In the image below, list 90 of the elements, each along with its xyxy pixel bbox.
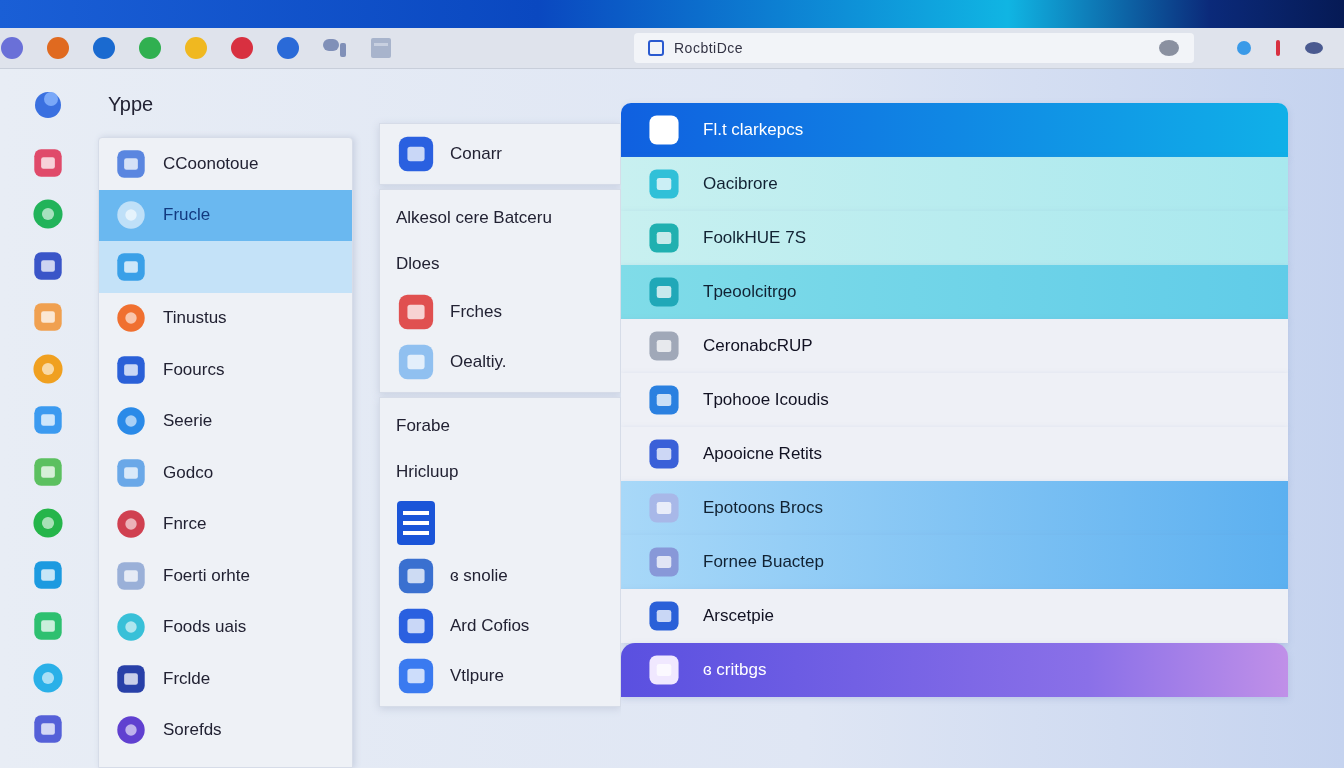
tile-icon [396, 134, 436, 174]
cloud-icon[interactable] [1304, 41, 1324, 55]
tile-icon [115, 147, 147, 180]
tile-icon [647, 437, 681, 471]
circle-icon[interactable] [138, 36, 162, 60]
circle-icon[interactable] [1236, 40, 1252, 56]
app-title: Yppe [108, 91, 155, 117]
address-field[interactable]: RocbtiDce [634, 33, 1194, 63]
list-item[interactable]: Oealtiy. [396, 342, 604, 382]
tile-icon [31, 301, 64, 334]
list-icon[interactable] [396, 500, 436, 546]
list-row[interactable]: Fornee Buactep [621, 535, 1288, 589]
circle-icon [30, 197, 65, 232]
tile-icon [115, 559, 147, 592]
tile-icon [647, 329, 681, 363]
tile-icon [647, 167, 681, 201]
sidebar-item[interactable]: Fnrce [99, 498, 352, 550]
section-heading: Hricluup [396, 461, 460, 483]
list-row[interactable]: Arscetpie [621, 589, 1288, 643]
sidebar-item[interactable] [99, 241, 352, 293]
tile-icon [31, 610, 64, 643]
tile-icon [31, 146, 64, 179]
tile-icon [396, 342, 436, 382]
sidebar-item[interactable]: CCoonotoue [99, 138, 352, 190]
tile-icon [115, 250, 147, 283]
sidebar-item[interactable]: Foods uais [99, 601, 352, 653]
list-row[interactable]: Oacibrore [621, 157, 1288, 211]
circle-icon[interactable] [92, 36, 116, 60]
tile-icon [647, 653, 681, 687]
tile-icon [647, 491, 681, 525]
list-item[interactable]: ɞ snolie [396, 556, 604, 596]
sidebar-item[interactable]: Godco [99, 447, 352, 499]
list-row[interactable]: Apooicne Retits [621, 427, 1288, 481]
tile-icon [115, 353, 147, 386]
list-item[interactable]: Ard Cofios [396, 606, 604, 646]
tile-icon [31, 713, 64, 746]
circle-icon[interactable] [0, 36, 24, 60]
list-row[interactable]: Tpohooe Icoudis [621, 373, 1288, 427]
sidebar-item[interactable]: Tinustus [99, 292, 352, 344]
circle-icon[interactable] [276, 36, 300, 60]
tile-icon [396, 656, 436, 696]
list-item[interactable]: Vtlpure [396, 656, 604, 696]
tile-icon [647, 113, 681, 147]
sidebar-item[interactable]: Frucle [99, 189, 352, 241]
sidebar-item[interactable]: Frclde [99, 653, 352, 705]
circle-icon [115, 611, 147, 644]
tile-icon [31, 455, 64, 488]
section-heading: Alkesol cere Batceru [396, 207, 553, 229]
tile-icon [647, 599, 681, 633]
tile-icon [396, 292, 436, 332]
tile-icon [115, 662, 147, 695]
tile-icon [31, 404, 64, 437]
circle-icon [30, 351, 65, 386]
list-row[interactable]: Tpeoolcitrgo [621, 265, 1288, 319]
bar-icon[interactable] [1276, 40, 1280, 56]
tile-icon [396, 556, 436, 596]
circle-icon [115, 199, 147, 232]
list-row[interactable]: ɞ critbgs [621, 643, 1288, 697]
chat-icon[interactable] [322, 37, 348, 59]
panel-header[interactable]: Fl.t clarkepcs [621, 103, 1288, 157]
circle-icon [30, 660, 65, 695]
sidebar-item[interactable]: Sorefds [99, 704, 352, 756]
list-item[interactable]: Conarr [396, 134, 604, 174]
tile-icon [31, 558, 64, 591]
section-heading: Forabe [396, 415, 451, 437]
tile-icon [647, 383, 681, 417]
tile-icon [31, 249, 64, 282]
circle-icon[interactable] [46, 36, 70, 60]
sidebar-item[interactable]: Foerti orhte [99, 550, 352, 602]
list-row[interactable]: FoolkHUE 7S [621, 211, 1288, 265]
circle-icon [115, 405, 147, 438]
window-icon [648, 40, 664, 56]
list-row[interactable]: CeronabcRUP [621, 319, 1288, 373]
tile-icon [396, 606, 436, 646]
circle-icon [1158, 39, 1180, 57]
circle-icon [115, 302, 147, 335]
section-heading: Dloes [396, 253, 441, 275]
tile-icon [647, 545, 681, 579]
tile-icon [115, 456, 147, 489]
window-icon[interactable] [370, 37, 392, 59]
sidebar-item[interactable]: Foourcs [99, 344, 352, 396]
circle-icon [115, 714, 147, 747]
list-item[interactable]: Frches [396, 292, 604, 332]
circle-icon [115, 508, 147, 541]
tile-icon [647, 275, 681, 309]
tile-icon [647, 221, 681, 255]
list-row[interactable]: Epotoons Brocs [621, 481, 1288, 535]
sidebar-item[interactable]: Seerie [99, 395, 352, 447]
circle-icon [30, 506, 65, 541]
circle-icon[interactable] [230, 36, 254, 60]
